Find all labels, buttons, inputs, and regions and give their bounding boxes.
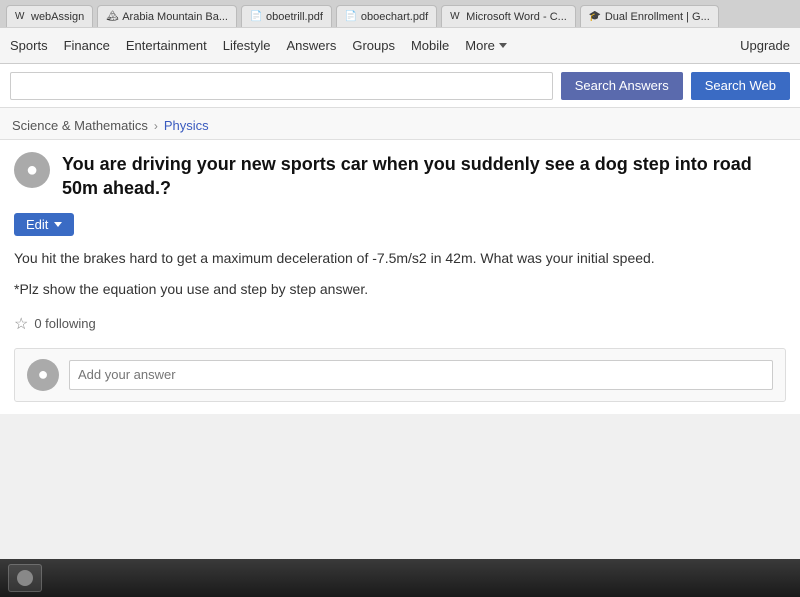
nav-lifestyle[interactable]: Lifestyle bbox=[223, 38, 271, 53]
nav-entertainment[interactable]: Entertainment bbox=[126, 38, 207, 53]
nav-answers[interactable]: Answers bbox=[286, 38, 336, 53]
tab-pdf2[interactable]: 📄 oboechart.pdf bbox=[336, 5, 437, 27]
nav-groups[interactable]: Groups bbox=[352, 38, 395, 53]
nav-more[interactable]: More bbox=[465, 38, 507, 53]
tab-label: oboetrill.pdf bbox=[266, 11, 323, 23]
chevron-down-icon bbox=[54, 222, 62, 227]
search-web-button[interactable]: Search Web bbox=[691, 72, 790, 100]
answer-avatar: ● bbox=[27, 359, 59, 391]
user-avatar: ● bbox=[14, 152, 50, 188]
following-count: 0 following bbox=[34, 316, 95, 331]
tab-favicon: 🏔 bbox=[106, 11, 118, 23]
taskbar bbox=[0, 559, 800, 597]
tab-dual-enroll[interactable]: 🎓 Dual Enrollment | G... bbox=[580, 5, 719, 27]
question-body: You hit the brakes hard to get a maximum… bbox=[14, 248, 786, 269]
tab-word[interactable]: W Microsoft Word - C... bbox=[441, 5, 576, 27]
nav-finance[interactable]: Finance bbox=[64, 38, 110, 53]
search-input[interactable] bbox=[10, 72, 553, 100]
tab-label: Dual Enrollment | G... bbox=[605, 11, 710, 23]
answer-input[interactable] bbox=[69, 360, 773, 390]
taskbar-icon bbox=[17, 570, 33, 586]
tab-arabia[interactable]: 🏔 Arabia Mountain Ba... bbox=[97, 5, 237, 27]
tab-favicon: 🎓 bbox=[589, 11, 601, 23]
chevron-down-icon bbox=[499, 43, 507, 48]
breadcrumb-current[interactable]: Physics bbox=[164, 118, 209, 133]
tab-bar: W webAssign 🏔 Arabia Mountain Ba... 📄 ob… bbox=[0, 0, 800, 28]
search-answers-button[interactable]: Search Answers bbox=[561, 72, 683, 100]
tab-label: Microsoft Word - C... bbox=[466, 11, 567, 23]
nav-upgrade[interactable]: Upgrade bbox=[740, 38, 790, 53]
answer-section: ● bbox=[14, 348, 786, 402]
following-row: ☆ 0 following bbox=[14, 314, 786, 334]
tab-label: oboechart.pdf bbox=[361, 11, 428, 23]
tab-favicon: W bbox=[450, 11, 462, 23]
question-header: ● You are driving your new sports car wh… bbox=[14, 152, 786, 201]
tab-favicon: 📄 bbox=[250, 11, 262, 23]
question-note: *Plz show the equation you use and step … bbox=[14, 279, 786, 300]
tab-label: Arabia Mountain Ba... bbox=[122, 11, 228, 23]
tab-label: webAssign bbox=[31, 11, 84, 23]
edit-label: Edit bbox=[26, 217, 48, 232]
main-content: ● You are driving your new sports car wh… bbox=[0, 139, 800, 414]
search-bar: Search Answers Search Web bbox=[0, 64, 800, 108]
answer-avatar-icon: ● bbox=[38, 364, 49, 385]
tab-pdf1[interactable]: 📄 oboetrill.pdf bbox=[241, 5, 332, 27]
breadcrumb-parent[interactable]: Science & Mathematics bbox=[12, 118, 148, 133]
nav-bar: Sports Finance Entertainment Lifestyle A… bbox=[0, 28, 800, 64]
nav-sports[interactable]: Sports bbox=[10, 38, 48, 53]
taskbar-button[interactable] bbox=[8, 564, 42, 592]
breadcrumb-separator: › bbox=[154, 119, 158, 133]
tab-favicon: W bbox=[15, 11, 27, 23]
star-icon[interactable]: ☆ bbox=[14, 314, 28, 334]
nav-more-label: More bbox=[465, 38, 495, 53]
avatar-icon: ● bbox=[26, 159, 38, 182]
breadcrumb: Science & Mathematics › Physics bbox=[0, 108, 800, 139]
edit-button[interactable]: Edit bbox=[14, 213, 74, 236]
tab-favicon: 📄 bbox=[345, 11, 357, 23]
question-title: You are driving your new sports car when… bbox=[62, 152, 786, 201]
nav-mobile[interactable]: Mobile bbox=[411, 38, 449, 53]
tab-webassign[interactable]: W webAssign bbox=[6, 5, 93, 27]
